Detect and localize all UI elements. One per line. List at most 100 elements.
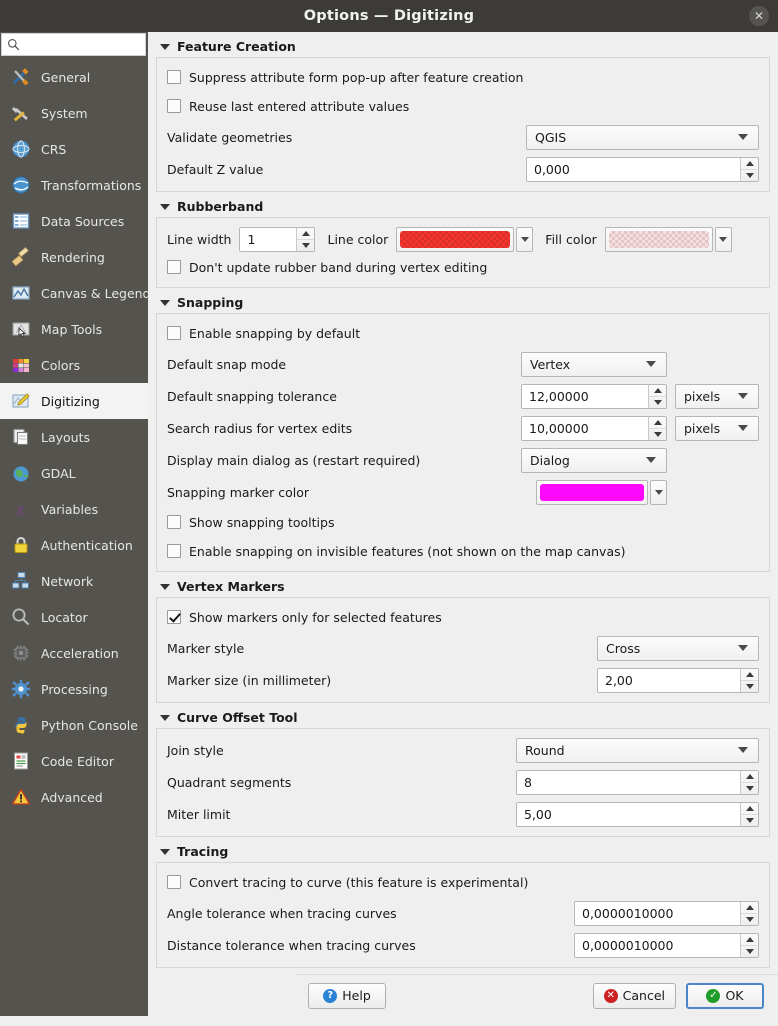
default-z-value-stepper[interactable]: 0,000 [526, 156, 759, 182]
spin-down-icon[interactable] [741, 168, 758, 181]
angle-tolerance-stepper[interactable]: 0,0000010000 [574, 900, 759, 926]
enable-snapping-checkbox[interactable] [167, 326, 181, 340]
sidebar-item-variables[interactable]: ɛ Variables [0, 491, 148, 527]
group-header-curve-offset-tool[interactable]: Curve Offset Tool [156, 708, 770, 728]
sidebar-item-digitizing[interactable]: Digitizing [0, 383, 148, 419]
convert-tracing-to-curve-checkbox[interactable] [167, 875, 181, 889]
main-dialog-combo[interactable]: Dialog [521, 447, 667, 473]
show-markers-selected-checkbox-row[interactable]: Show markers only for selected features [167, 606, 759, 628]
sidebar-item-map-tools[interactable]: Map Tools [0, 311, 148, 347]
line-color-dropdown[interactable] [516, 226, 534, 252]
group-header-snapping[interactable]: Snapping [156, 293, 770, 313]
spin-value[interactable]: 1 [240, 227, 297, 251]
snapping-marker-color-dropdown[interactable] [650, 479, 667, 505]
sidebar-item-rendering[interactable]: Rendering [0, 239, 148, 275]
fill-color-button[interactable] [604, 226, 713, 252]
spin-down-icon[interactable] [741, 813, 758, 826]
spin-value[interactable]: 0,0000010000 [575, 901, 740, 925]
group-header-feature-creation[interactable]: Feature Creation [156, 37, 770, 57]
group-header-vertex-markers[interactable]: Vertex Markers [156, 577, 770, 597]
sidebar-item-processing[interactable]: Processing [0, 671, 148, 707]
spin-up-icon[interactable] [649, 417, 666, 428]
sidebar-item-gdal[interactable]: GDAL [0, 455, 148, 491]
dont-update-rubberband-checkbox[interactable] [167, 260, 181, 274]
spin-down-icon[interactable] [649, 395, 666, 408]
marker-style-combo[interactable]: Cross [597, 635, 759, 661]
suppress-attribute-form-checkbox[interactable] [167, 70, 181, 84]
spin-value[interactable]: 8 [517, 770, 740, 794]
sidebar-item-network[interactable]: Network [0, 563, 148, 599]
spin-down-icon[interactable] [741, 679, 758, 692]
dont-update-rubberband-checkbox-row[interactable]: Don't update rubber band during vertex e… [167, 256, 759, 278]
search-input[interactable] [24, 36, 124, 53]
sidebar-item-advanced[interactable]: Advanced [0, 779, 148, 815]
search-box[interactable] [1, 33, 146, 56]
snapping-marker-color-button[interactable] [536, 479, 648, 505]
help-button[interactable]: ? Help [308, 982, 386, 1009]
sidebar-item-colors[interactable]: Colors [0, 347, 148, 383]
sidebar-item-canvas-legend[interactable]: Canvas & Legend [0, 275, 148, 311]
snap-invisible-features-checkbox-row[interactable]: Enable snapping on invisible features (n… [167, 540, 759, 562]
sidebar-item-authentication[interactable]: Authentication [0, 527, 148, 563]
spin-value[interactable]: 0,0000010000 [575, 933, 740, 957]
spin-up-icon[interactable] [741, 158, 758, 169]
sidebar-item-crs[interactable]: CRS [0, 131, 148, 167]
group-header-tracing[interactable]: Tracing [156, 842, 770, 862]
show-markers-selected-checkbox[interactable] [167, 610, 181, 624]
search-radius-unit-combo[interactable]: pixels [675, 415, 759, 441]
sidebar-item-code-editor[interactable]: Code Editor [0, 743, 148, 779]
sidebar-item-transformations[interactable]: Transformations [0, 167, 148, 203]
ok-button[interactable]: ✓ OK [686, 982, 764, 1009]
show-snapping-tooltips-checkbox-row[interactable]: Show snapping tooltips [167, 511, 759, 533]
sidebar-item-locator[interactable]: Locator [0, 599, 148, 635]
validate-geometries-combo[interactable]: QGIS [526, 124, 759, 150]
distance-tolerance-stepper[interactable]: 0,0000010000 [574, 932, 759, 958]
cancel-button[interactable]: ✕ Cancel [592, 982, 676, 1009]
fill-color-picker[interactable] [604, 226, 732, 252]
fill-color-dropdown[interactable] [714, 226, 732, 252]
spin-value[interactable]: 0,000 [527, 157, 740, 181]
snapping-tolerance-unit-combo[interactable]: pixels [675, 383, 759, 409]
spin-value[interactable]: 5,00 [517, 802, 740, 826]
spin-up-icon[interactable] [741, 803, 758, 814]
spin-value[interactable]: 10,00000 [522, 416, 648, 440]
join-style-combo[interactable]: Round [516, 737, 759, 763]
spin-down-icon[interactable] [297, 238, 315, 251]
search-radius-stepper[interactable]: 10,00000 [521, 415, 667, 441]
sidebar-item-data-sources[interactable]: Data Sources [0, 203, 148, 239]
spin-down-icon[interactable] [741, 781, 758, 794]
line-color-picker[interactable] [396, 226, 534, 252]
spin-value[interactable]: 2,00 [598, 668, 740, 692]
marker-size-stepper[interactable]: 2,00 [597, 667, 759, 693]
line-width-stepper[interactable]: 1 [239, 226, 316, 252]
default-snap-mode-combo[interactable]: Vertex [521, 351, 667, 377]
group-header-rubberband[interactable]: Rubberband [156, 197, 770, 217]
enable-snapping-checkbox-row[interactable]: Enable snapping by default [167, 322, 759, 344]
spin-up-icon[interactable] [741, 669, 758, 680]
spin-up-icon[interactable] [741, 902, 758, 913]
spin-up-icon[interactable] [741, 934, 758, 945]
sidebar-item-acceleration[interactable]: Acceleration [0, 635, 148, 671]
spin-up-icon[interactable] [741, 771, 758, 782]
line-color-button[interactable] [396, 226, 515, 252]
spin-down-icon[interactable] [649, 427, 666, 440]
sidebar-item-general[interactable]: General [0, 59, 148, 95]
quadrant-segments-stepper[interactable]: 8 [516, 769, 759, 795]
spin-down-icon[interactable] [741, 944, 758, 957]
convert-tracing-to-curve-checkbox-row[interactable]: Convert tracing to curve (this feature i… [167, 871, 759, 893]
miter-limit-stepper[interactable]: 5,00 [516, 801, 759, 827]
sidebar-item-system[interactable]: System [0, 95, 148, 131]
spin-up-icon[interactable] [649, 385, 666, 396]
snapping-tolerance-stepper[interactable]: 12,00000 [521, 383, 667, 409]
spin-value[interactable]: 12,00000 [522, 384, 648, 408]
sidebar-item-python-console[interactable]: Python Console [0, 707, 148, 743]
spin-down-icon[interactable] [741, 912, 758, 925]
snapping-marker-color-picker[interactable] [536, 479, 667, 505]
sidebar-item-layouts[interactable]: Layouts [0, 419, 148, 455]
close-icon[interactable]: ✕ [749, 6, 769, 26]
spin-up-icon[interactable] [297, 228, 314, 239]
reuse-last-values-checkbox-row[interactable]: Reuse last entered attribute values [167, 95, 759, 117]
snap-invisible-features-checkbox[interactable] [167, 544, 181, 558]
show-snapping-tooltips-checkbox[interactable] [167, 515, 181, 529]
suppress-attribute-form-checkbox-row[interactable]: Suppress attribute form pop-up after fea… [167, 66, 759, 88]
